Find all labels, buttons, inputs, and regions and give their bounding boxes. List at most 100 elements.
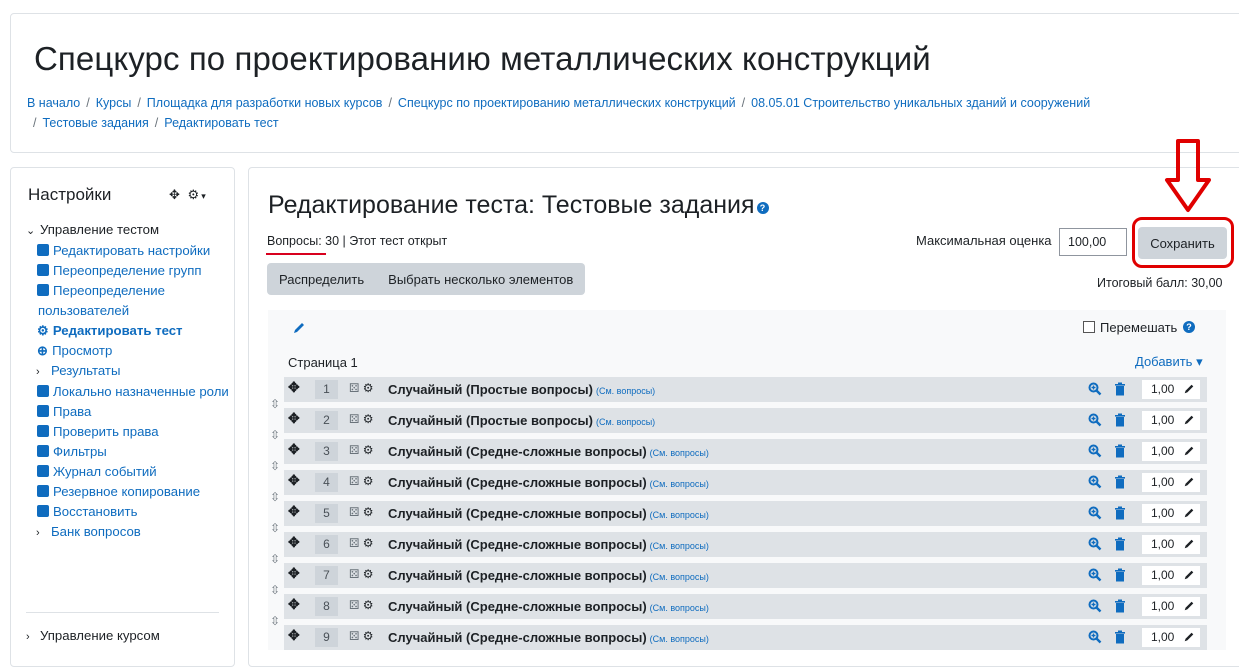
preview-icon[interactable] bbox=[1088, 568, 1102, 582]
breadcrumb-quiz[interactable]: Тестовые задания bbox=[42, 116, 148, 130]
trash-icon[interactable] bbox=[1114, 413, 1126, 427]
sidebar-item-results[interactable]: › Результаты bbox=[26, 361, 231, 382]
sidebar-item-user-overrides[interactable]: Переопределение пользователей bbox=[26, 281, 231, 321]
see-questions-link[interactable]: (См. вопросы) bbox=[650, 479, 709, 489]
max-mark-field[interactable]: 1,00 bbox=[1142, 628, 1200, 647]
pencil-icon[interactable] bbox=[1183, 569, 1195, 581]
gear-icon[interactable]: ⚙ bbox=[363, 536, 374, 550]
preview-icon[interactable] bbox=[1088, 537, 1102, 551]
page-break-icon[interactable]: ⇳ bbox=[270, 490, 282, 504]
question-slot[interactable]: ✥ 2 ⚄ ⚙ Случайный (Простые вопросы) (См. воп… bbox=[284, 408, 1207, 433]
move-icon[interactable]: ✥ bbox=[288, 410, 300, 427]
sidebar-item-filters[interactable]: Фильтры bbox=[26, 442, 231, 462]
move-icon[interactable]: ✥ bbox=[288, 472, 300, 489]
question-slot[interactable]: ✥ 3 ⚄ ⚙ Случайный (Средне-сложные вопросы)(… bbox=[284, 439, 1207, 464]
tree-node-quiz-admin[interactable]: ⌄ Управление тестом bbox=[26, 220, 231, 241]
max-mark-field[interactable]: 1,00 bbox=[1142, 411, 1200, 430]
question-slot[interactable]: ✥ 4 ⚄ ⚙ Случайный (Средне-сложные вопросы)(… bbox=[284, 470, 1207, 495]
preview-icon[interactable] bbox=[1088, 413, 1102, 427]
page-break-icon[interactable]: ⇳ bbox=[270, 614, 282, 628]
gear-icon[interactable]: ⚙ bbox=[363, 381, 374, 395]
repaginate-button[interactable]: Распределить bbox=[267, 272, 376, 287]
sidebar-item-question-bank[interactable]: › Банк вопросов bbox=[26, 522, 231, 543]
pencil-icon[interactable] bbox=[1183, 600, 1195, 612]
pencil-icon[interactable] bbox=[1183, 476, 1195, 488]
preview-icon[interactable] bbox=[1088, 599, 1102, 613]
preview-icon[interactable] bbox=[1088, 475, 1102, 489]
sidebar-item-permissions[interactable]: Права bbox=[26, 402, 231, 422]
sidebar-item-restore[interactable]: Восстановить bbox=[26, 502, 231, 522]
move-icon[interactable]: ✥ bbox=[288, 441, 300, 458]
page-break-icon[interactable]: ⇳ bbox=[270, 521, 282, 535]
page-break-icon[interactable]: ⇳ bbox=[270, 552, 282, 566]
breadcrumb-home[interactable]: В начало bbox=[27, 96, 80, 110]
page-break-icon[interactable]: ⇳ bbox=[270, 459, 282, 473]
select-multiple-button[interactable]: Выбрать несколько элементов bbox=[376, 272, 585, 287]
trash-icon[interactable] bbox=[1114, 568, 1126, 582]
max-mark-field[interactable]: 1,00 bbox=[1142, 535, 1200, 554]
help-icon[interactable]: ? bbox=[756, 202, 769, 214]
caret-down-icon[interactable]: ▾ bbox=[201, 191, 208, 201]
tree-node-course-admin[interactable]: › Управление курсом bbox=[26, 628, 160, 643]
pencil-icon[interactable] bbox=[292, 321, 306, 335]
breadcrumb-section[interactable]: 08.05.01 Строительство уникальных зданий… bbox=[751, 96, 1090, 110]
block-controls[interactable]: ✥ ⚙▾ bbox=[169, 187, 208, 203]
question-slot[interactable]: ✥ 5 ⚄ ⚙ Случайный (Средне-сложные вопросы)(… bbox=[284, 501, 1207, 526]
see-questions-link[interactable]: (См. вопросы) bbox=[596, 417, 655, 427]
move-icon[interactable]: ✥ bbox=[169, 187, 182, 202]
trash-icon[interactable] bbox=[1114, 382, 1126, 396]
breadcrumb-course[interactable]: Спецкурс по проектированию металлических… bbox=[398, 96, 736, 110]
sidebar-item-backup[interactable]: Резервное копирование bbox=[26, 482, 231, 502]
move-icon[interactable]: ✥ bbox=[288, 503, 300, 520]
see-questions-link[interactable]: (См. вопросы) bbox=[650, 510, 709, 520]
preview-icon[interactable] bbox=[1088, 382, 1102, 396]
pencil-icon[interactable] bbox=[1183, 414, 1195, 426]
max-grade-input[interactable] bbox=[1059, 228, 1127, 256]
move-icon[interactable]: ✥ bbox=[288, 627, 300, 644]
add-menu[interactable]: Добавить ▾ bbox=[1135, 354, 1203, 370]
move-icon[interactable]: ✥ bbox=[288, 534, 300, 551]
sidebar-item-logs[interactable]: Журнал событий bbox=[26, 462, 231, 482]
sidebar-item-group-overrides[interactable]: Переопределение групп bbox=[26, 261, 231, 281]
breadcrumb-category[interactable]: Площадка для разработки новых курсов bbox=[147, 96, 383, 110]
max-mark-field[interactable]: 1,00 bbox=[1142, 597, 1200, 616]
help-icon[interactable]: ? bbox=[1182, 321, 1195, 333]
sidebar-item-local-roles[interactable]: Локально назначенные роли bbox=[26, 382, 231, 402]
pencil-icon[interactable] bbox=[1183, 383, 1195, 395]
pencil-icon[interactable] bbox=[1183, 445, 1195, 457]
move-icon[interactable]: ✥ bbox=[288, 379, 300, 396]
page-break-icon[interactable]: ⇳ bbox=[270, 397, 282, 411]
gear-icon[interactable]: ⚙ bbox=[363, 474, 374, 488]
shuffle-toggle[interactable]: Перемешать ? bbox=[1083, 320, 1195, 335]
breadcrumb-edit-quiz[interactable]: Редактировать тест bbox=[164, 116, 278, 130]
move-icon[interactable]: ✥ bbox=[288, 596, 300, 613]
preview-icon[interactable] bbox=[1088, 444, 1102, 458]
max-mark-field[interactable]: 1,00 bbox=[1142, 473, 1200, 492]
see-questions-link[interactable]: (См. вопросы) bbox=[650, 603, 709, 613]
trash-icon[interactable] bbox=[1114, 599, 1126, 613]
gear-icon[interactable]: ⚙ bbox=[363, 412, 374, 426]
sidebar-item-edit-settings[interactable]: Редактировать настройки bbox=[26, 241, 231, 261]
gear-icon[interactable]: ⚙ bbox=[363, 598, 374, 612]
preview-icon[interactable] bbox=[1088, 506, 1102, 520]
sidebar-item-check-permissions[interactable]: Проверить права bbox=[26, 422, 231, 442]
pencil-icon[interactable] bbox=[1183, 538, 1195, 550]
question-slot[interactable]: ✥ 7 ⚄ ⚙ Случайный (Средне-сложные вопросы)(… bbox=[284, 563, 1207, 588]
trash-icon[interactable] bbox=[1114, 630, 1126, 644]
page-break-icon[interactable]: ⇳ bbox=[270, 583, 282, 597]
gear-icon[interactable]: ⚙ bbox=[188, 187, 202, 202]
sidebar-item-preview[interactable]: ⊕ Просмотр bbox=[26, 341, 231, 361]
sidebar-item-edit-quiz[interactable]: ⚙ Редактировать тест bbox=[26, 321, 231, 341]
trash-icon[interactable] bbox=[1114, 475, 1126, 489]
gear-icon[interactable]: ⚙ bbox=[363, 567, 374, 581]
question-slot[interactable]: ✥ 9 ⚄ ⚙ Случайный (Средне-сложные вопросы)(… bbox=[284, 625, 1207, 650]
see-questions-link[interactable]: (См. вопросы) bbox=[650, 448, 709, 458]
see-questions-link[interactable]: (См. вопросы) bbox=[650, 541, 709, 551]
gear-icon[interactable]: ⚙ bbox=[363, 629, 374, 643]
max-mark-field[interactable]: 1,00 bbox=[1142, 566, 1200, 585]
max-mark-field[interactable]: 1,00 bbox=[1142, 380, 1200, 399]
pencil-icon[interactable] bbox=[1183, 631, 1195, 643]
question-slot[interactable]: ✥ 6 ⚄ ⚙ Случайный (Средне-сложные вопросы)(… bbox=[284, 532, 1207, 557]
move-icon[interactable]: ✥ bbox=[288, 565, 300, 582]
trash-icon[interactable] bbox=[1114, 537, 1126, 551]
